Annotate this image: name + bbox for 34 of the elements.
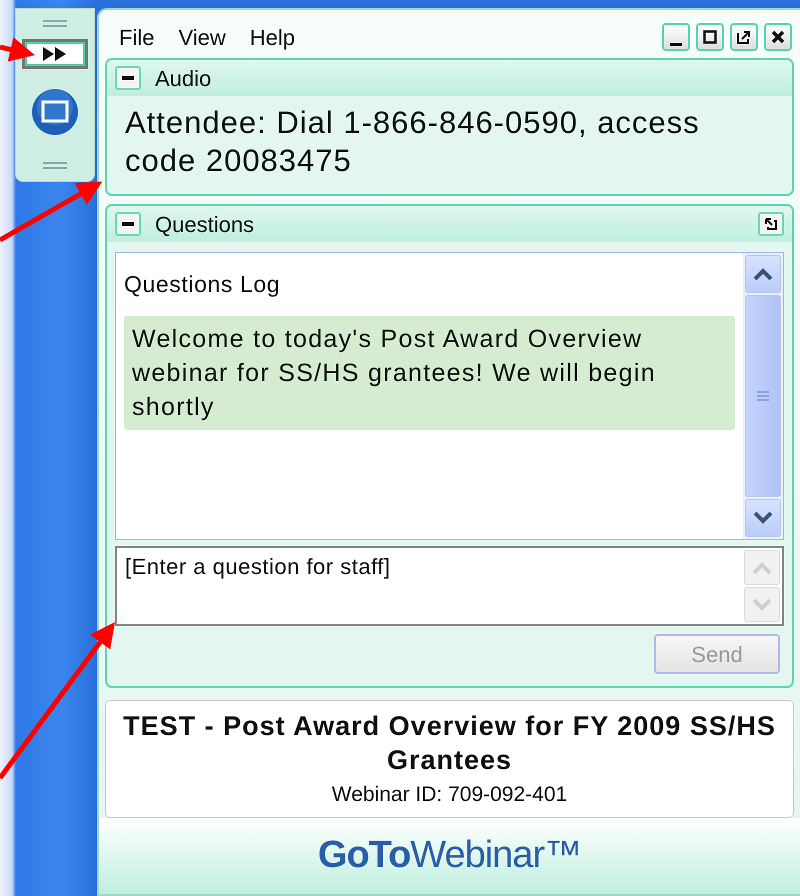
panel-title: Audio [155, 64, 212, 92]
maximize-button[interactable] [696, 23, 724, 51]
minimize-button[interactable] [662, 23, 690, 51]
chevron-down-icon [751, 598, 773, 612]
close-icon [770, 29, 786, 45]
log-title: Questions Log [124, 270, 282, 299]
panel-title: Questions [155, 210, 254, 238]
webinar-id: Webinar ID: 709-092-401 [330, 782, 568, 808]
collapse-button[interactable] [115, 212, 141, 236]
pop-out-button[interactable] [730, 23, 758, 51]
menu-item[interactable]: Help [250, 20, 295, 54]
close-button[interactable] [764, 23, 792, 51]
fast-forward-button[interactable] [22, 39, 88, 69]
logo: GoToWebinar™ [318, 833, 582, 878]
scrollbar-thumb[interactable] [745, 295, 781, 497]
chat-message: Welcome to today's Post Award Overview webinar for SS/HS grantees! We will begin shortly [124, 316, 735, 430]
pop-out-icon [736, 29, 752, 45]
chevron-down-icon [752, 511, 774, 525]
scroll-up-button[interactable] [745, 255, 781, 293]
minimize-icon [670, 42, 682, 46]
dial-in-text: Attendee: Dial 1-866-846-0590, access code 20083475 [124, 104, 701, 180]
pop-out-icon [764, 217, 778, 231]
annotation-arrow [0, 37, 35, 62]
chevron-up-icon [752, 267, 774, 281]
menu-item[interactable]: File [119, 20, 154, 54]
screen-button-icon[interactable] [30, 87, 80, 137]
scroll-down-button[interactable] [745, 499, 781, 537]
chevron-up-icon [751, 560, 773, 574]
webinar-title: TEST - Post Award Overview for FY 2009 SS/HS Grantees [122, 710, 777, 777]
menu-item[interactable]: View [178, 20, 226, 54]
maximize-icon [702, 29, 718, 45]
expand-button[interactable] [758, 212, 784, 236]
fast-forward-icon [42, 46, 68, 62]
collapse-button[interactable] [115, 66, 141, 90]
